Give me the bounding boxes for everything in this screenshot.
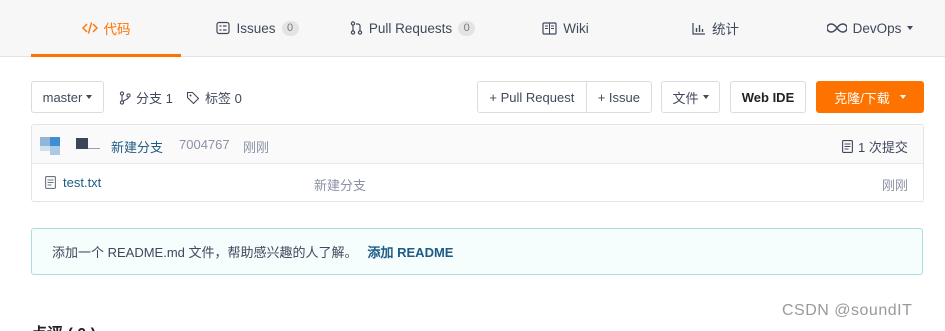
commits-count-label: 1 次提交	[858, 140, 908, 155]
chevron-down-icon	[702, 95, 709, 99]
tab-wiki[interactable]: Wiki	[533, 0, 598, 56]
avatar[interactable]	[38, 131, 64, 157]
clone-download-button[interactable]: 克隆/下载	[816, 81, 924, 113]
file-name-link[interactable]: test.txt	[63, 175, 101, 190]
watermark: CSDN @soundIT	[782, 302, 913, 319]
file-menu-button[interactable]: 文件	[661, 81, 720, 113]
code-icon	[81, 21, 98, 35]
tag-icon	[186, 91, 200, 105]
tab-pull-requests-label: Pull Requests	[368, 20, 453, 36]
branches-link[interactable]: 分支 1	[119, 88, 173, 107]
file-menu-label: 文件	[672, 90, 699, 106]
clone-download-label: 克隆/下载	[834, 90, 890, 106]
pull-request-icon	[350, 21, 363, 35]
tags-count: 标签 0	[205, 91, 242, 106]
readme-hint-banner: 添加一个 README.md 文件，帮助感兴趣的人了解。 添加 README	[31, 228, 923, 275]
chevron-down-icon	[907, 26, 914, 30]
commit-hash-link[interactable]: 7004767	[179, 137, 230, 152]
pull-requests-count-badge: 0	[458, 20, 476, 36]
author-underline	[88, 148, 100, 149]
branch-select[interactable]: master	[31, 81, 104, 113]
chart-icon	[692, 22, 706, 35]
commits-count-link[interactable]: 1 次提交	[842, 137, 908, 156]
tab-issues-label: Issues	[236, 20, 276, 36]
new-pull-request-label: + Pull Request	[489, 89, 575, 105]
file-time: 刚刚	[882, 178, 909, 193]
web-ide-button[interactable]: Web IDE	[730, 81, 806, 113]
issues-icon	[216, 21, 231, 35]
tab-statistics-label: 统计	[712, 22, 739, 37]
chevron-down-icon	[86, 95, 93, 99]
new-pull-request-button[interactable]: + Pull Request	[478, 82, 586, 112]
new-issue-button[interactable]: + Issue	[585, 82, 651, 112]
chevron-down-icon	[899, 95, 906, 99]
branch-icon	[119, 90, 131, 105]
file-list: 新建分支 7004767 刚刚 1 次提交 test.txt 新建分支 刚刚	[31, 124, 924, 202]
new-pr-issue-group: + Pull Request + Issue	[477, 81, 652, 113]
tab-devops[interactable]: DevOps	[820, 0, 920, 56]
new-issue-label: + Issue	[597, 89, 640, 105]
tab-devops-label: DevOps	[852, 20, 902, 36]
comments-heading: 点评 ( 0 )	[31, 320, 96, 331]
readme-hint-text: 添加一个 README.md 文件，帮助感兴趣的人了解。	[52, 245, 358, 260]
add-readme-link[interactable]: 添加 README	[368, 242, 454, 261]
table-row: test.txt 新建分支 刚刚	[32, 164, 923, 202]
wiki-icon	[542, 21, 557, 35]
repo-nav-tabs: 代码 Issues 0 Pull Requests 0 Wiki 统计 DevO…	[0, 0, 945, 57]
branch-select-label: master	[42, 89, 83, 105]
author-avatar-block	[76, 138, 88, 149]
web-ide-label: Web IDE	[741, 89, 795, 105]
file-commit-message[interactable]: 新建分支	[314, 175, 366, 194]
branches-count: 分支 1	[136, 91, 173, 106]
infinity-icon	[826, 23, 847, 33]
tab-statistics[interactable]: 统计	[683, 0, 748, 56]
commit-time: 刚刚	[243, 140, 270, 155]
commit-message-link[interactable]: 新建分支	[111, 137, 163, 156]
tags-link[interactable]: 标签 0	[186, 88, 242, 107]
tab-wiki-label: Wiki	[563, 20, 589, 36]
issues-count-badge: 0	[281, 20, 299, 36]
tab-code-label: 代码	[103, 22, 131, 37]
latest-commit-row: 新建分支 7004767 刚刚 1 次提交	[32, 125, 923, 164]
document-icon	[842, 140, 853, 153]
tab-pull-requests[interactable]: Pull Requests 0	[340, 0, 485, 56]
tab-code[interactable]: 代码	[31, 0, 181, 57]
tab-issues[interactable]: Issues 0	[205, 0, 310, 56]
file-icon	[45, 176, 56, 192]
